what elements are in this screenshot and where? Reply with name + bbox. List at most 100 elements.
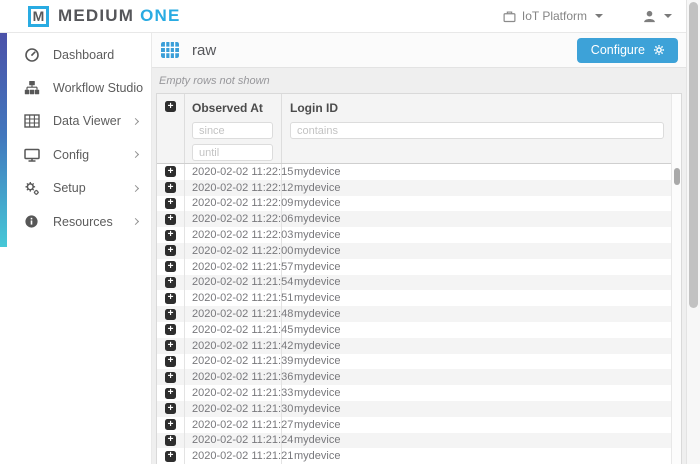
sidebar-nav: Dashboard Workflow Studio Data Viewer Co…	[0, 33, 151, 238]
page-scrollbar-thumb[interactable]	[689, 2, 698, 308]
expand-cell	[157, 179, 185, 196]
sidebar-item-label: Config	[53, 147, 90, 162]
sidebar: Dashboard Workflow Studio Data Viewer Co…	[0, 33, 152, 464]
expand-cell	[157, 416, 185, 433]
plus-square-icon[interactable]	[165, 245, 176, 257]
row-login-id: mydevice	[294, 213, 341, 226]
sidebar-item-label: Dashboard	[53, 47, 115, 62]
plus-square-icon[interactable]	[165, 324, 176, 336]
table-row: 2020-02-02 11:21:36 mydevice	[157, 369, 671, 386]
expand-cell	[157, 306, 185, 322]
plus-square-icon[interactable]	[165, 292, 176, 304]
table-row: 2020-02-02 11:22:09 mydevice	[157, 195, 671, 212]
plus-square-icon[interactable]	[165, 308, 176, 320]
row-observed-at: 2020-02-02 11:22:06	[185, 211, 293, 228]
plus-square-icon[interactable]	[165, 101, 176, 112]
since-filter-input[interactable]	[192, 122, 273, 139]
row-login-id: mydevice	[294, 450, 341, 463]
plus-square-icon[interactable]	[165, 166, 176, 178]
row-observed-at: 2020-02-02 11:21:42	[185, 337, 293, 354]
plus-square-icon[interactable]	[165, 276, 176, 288]
row-login-id: mydevice	[294, 387, 341, 400]
plus-square-icon[interactable]	[165, 434, 176, 446]
brand-name: MEDIUM ONE	[58, 6, 181, 26]
platform-dropdown[interactable]: IoT Platform	[503, 9, 603, 23]
plus-square-icon[interactable]	[165, 450, 176, 462]
app-window: M MEDIUM ONE IoT Platform Dashboard Work…	[0, 0, 700, 464]
gear-icon	[653, 44, 665, 56]
table-row: 2020-02-02 11:21:33 mydevice	[157, 385, 671, 401]
until-filter-input[interactable]	[192, 144, 273, 161]
table-row: 2020-02-02 11:21:54 mydevice	[157, 274, 671, 291]
plus-square-icon[interactable]	[165, 261, 176, 273]
row-observed-at: 2020-02-02 11:21:30	[185, 400, 293, 417]
row-login-id: mydevice	[294, 339, 341, 352]
config-icon	[23, 146, 40, 163]
plus-square-icon[interactable]	[165, 213, 176, 225]
medium-one-logo-icon[interactable]: M	[28, 5, 49, 27]
chevron-right-icon	[131, 184, 140, 192]
row-login-id: mydevice	[294, 308, 341, 321]
expand-cell	[157, 227, 185, 243]
plus-square-icon[interactable]	[165, 355, 176, 367]
data-viewer-icon	[23, 113, 40, 130]
table-row: 2020-02-02 11:22:15 mydevice	[157, 164, 671, 180]
expand-cell	[157, 337, 185, 354]
sidebar-item-workflow-studio[interactable]: Workflow Studio	[0, 71, 151, 104]
row-login-id: mydevice	[294, 323, 341, 336]
sidebar-item-label: Data Viewer	[53, 114, 121, 129]
table-row: 2020-02-02 11:22:12 mydevice	[157, 179, 671, 196]
login-id-column-header: Login ID	[282, 94, 671, 163]
plus-square-icon[interactable]	[165, 371, 176, 383]
sidebar-item-data-viewer[interactable]: Data Viewer	[0, 105, 151, 138]
table-scrollbar-thumb[interactable]	[673, 168, 680, 185]
workflow-icon	[23, 80, 40, 97]
row-login-id: mydevice	[294, 371, 341, 384]
row-observed-at: 2020-02-02 11:21:36	[185, 369, 293, 386]
row-observed-at: 2020-02-02 11:21:48	[185, 306, 293, 322]
row-login-id: mydevice	[294, 229, 341, 242]
table-scrollbar[interactable]	[671, 94, 681, 464]
plus-square-icon[interactable]	[165, 340, 176, 352]
sidebar-item-setup[interactable]: Setup	[0, 172, 151, 205]
configure-button[interactable]: Configure	[576, 37, 678, 63]
contains-filter-input[interactable]	[290, 122, 664, 139]
sidebar-item-config[interactable]: Config	[0, 138, 151, 171]
expand-cell	[157, 400, 185, 417]
expand-cell	[157, 258, 185, 275]
plus-square-icon[interactable]	[165, 419, 176, 431]
plus-square-icon[interactable]	[165, 182, 176, 194]
page-title: raw	[192, 41, 217, 59]
plus-square-icon[interactable]	[165, 403, 176, 415]
sidebar-item-dashboard[interactable]: Dashboard	[0, 38, 151, 71]
empty-rows-note: Empty rows not shown	[159, 74, 270, 87]
sidebar-item-resources[interactable]: Resources	[0, 205, 151, 238]
table-row: 2020-02-02 11:22:03 mydevice	[157, 227, 671, 243]
user-menu[interactable]	[643, 10, 672, 23]
plus-square-icon[interactable]	[165, 387, 176, 399]
row-observed-at: 2020-02-02 11:21:54	[185, 274, 293, 291]
table-row: 2020-02-02 11:21:48 mydevice	[157, 306, 671, 322]
row-login-id: mydevice	[294, 181, 341, 194]
row-login-id: mydevice	[294, 418, 341, 431]
main-content: raw Configure Empty rows not shown Obser	[152, 33, 686, 464]
row-observed-at: 2020-02-02 11:22:15	[185, 164, 293, 180]
user-icon	[643, 10, 656, 23]
expand-cell	[157, 432, 185, 449]
page-scrollbar[interactable]	[686, 0, 700, 464]
column-label: Observed At	[192, 101, 263, 115]
column-label: Login ID	[290, 101, 338, 115]
expand-cell	[157, 211, 185, 228]
row-observed-at: 2020-02-02 11:21:21	[185, 448, 293, 464]
table-row: 2020-02-02 11:21:42 mydevice	[157, 337, 671, 354]
table-row: 2020-02-02 11:21:30 mydevice	[157, 400, 671, 417]
plus-square-icon[interactable]	[165, 229, 176, 241]
row-observed-at: 2020-02-02 11:21:57	[185, 258, 293, 275]
resources-info-icon	[23, 213, 40, 230]
expand-cell	[157, 274, 185, 291]
expand-cell	[157, 321, 185, 338]
row-login-id: mydevice	[294, 165, 341, 178]
plus-square-icon[interactable]	[165, 197, 176, 209]
expand-cell	[157, 369, 185, 386]
expand-cell	[157, 290, 185, 307]
